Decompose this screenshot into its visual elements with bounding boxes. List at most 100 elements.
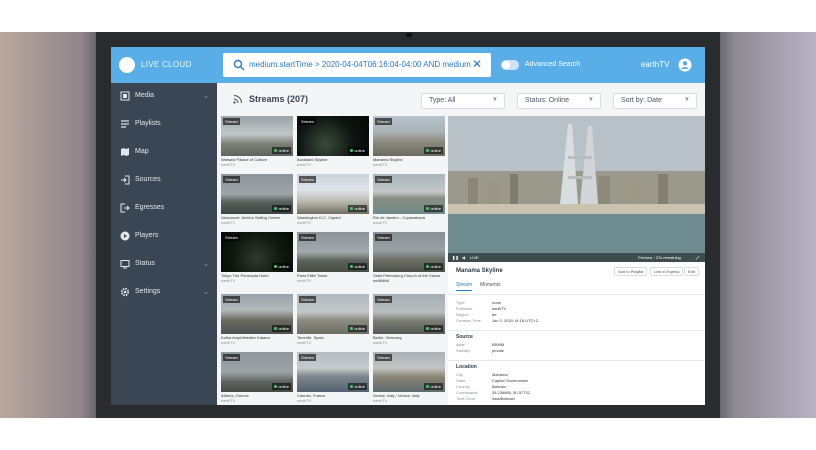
stream-card[interactable]: Stream online Kotka Amphitheater Katana … — [221, 294, 293, 350]
edit-button[interactable]: Edit — [684, 267, 699, 276]
sidebar-item-label: Egresses — [135, 204, 165, 211]
fullscreen-icon[interactable]: ⤢ — [696, 255, 699, 260]
field-label: Country — [456, 384, 471, 389]
sidebar-item-map[interactable]: Map — [111, 144, 217, 162]
stream-thumbnail: Stream online — [297, 352, 369, 392]
add-to-playlist-button[interactable]: Add to Playlist — [614, 267, 648, 276]
stream-publisher: earthTV — [297, 398, 312, 403]
user-avatar-icon[interactable] — [678, 58, 692, 72]
stream-card[interactable]: Stream online Saint Petersburg Church of… — [373, 232, 445, 288]
advanced-search-toggle[interactable] — [501, 60, 519, 70]
chevron-down-icon: ▼ — [492, 97, 498, 103]
sidebar-item-egresses[interactable]: Egresses — [111, 200, 217, 218]
sidebar-item-label: Map — [135, 148, 149, 155]
top-bar: LIVE CLOUD medium.startTime > 2020-04-04… — [111, 47, 705, 83]
field-value: Manama — [492, 372, 508, 377]
playlist-icon — [121, 120, 129, 128]
app-title: LIVE CLOUD — [141, 60, 192, 69]
sort-dropdown[interactable]: Sort by: Date ▼ — [613, 93, 697, 109]
stream-tag: Stream — [299, 118, 316, 125]
stream-card[interactable]: Stream online Athens, Greece earthTV — [221, 352, 293, 405]
settings-icon — [120, 287, 130, 297]
stream-card[interactable]: Stream online Venice, Italy / Venice, It… — [373, 352, 445, 405]
field-label: State — [456, 378, 466, 383]
online-badge: online — [272, 205, 291, 212]
stream-tag: Stream — [299, 176, 316, 183]
stream-thumbnail: Stream online — [373, 116, 445, 156]
stream-tag: Stream — [223, 296, 240, 303]
field-value: BRMM — [492, 342, 505, 347]
stream-card[interactable]: Stream online Vancouver Jericho Sailing … — [221, 174, 293, 230]
stream-thumbnail: Stream online — [373, 174, 445, 214]
online-badge: online — [348, 325, 367, 332]
field-value: none — [492, 300, 501, 305]
online-badge: online — [272, 263, 291, 270]
status-icon — [120, 260, 130, 269]
app-window: LIVE CLOUD medium.startTime > 2020-04-04… — [111, 47, 705, 405]
field-value: 26.236665, 50.57732 — [492, 390, 530, 395]
preview-remaining: Preview · 27s remaining — [638, 255, 681, 260]
clear-search-icon[interactable]: ✕ — [472, 57, 482, 71]
status-filter-dropdown[interactable]: Status: Online ▼ — [517, 93, 601, 109]
stream-tag: Stream — [299, 296, 316, 303]
sidebar-item-sources[interactable]: Sources — [111, 172, 217, 190]
tab-moments[interactable]: Moments — [480, 282, 501, 288]
chevron-down-icon: ⌄ — [203, 93, 209, 100]
stream-tag: Stream — [375, 354, 392, 361]
stream-publisher: earthTV — [297, 220, 312, 225]
online-badge: online — [424, 205, 443, 212]
rss-icon — [233, 94, 243, 104]
stream-publisher: earthTV — [221, 340, 236, 345]
stream-card[interactable]: Stream online Tokyo The Peninsula Hotel … — [221, 232, 293, 288]
sources-icon — [121, 175, 130, 185]
sidebar-item-label: Playlists — [135, 120, 161, 127]
source-heading: Source — [456, 334, 473, 340]
stream-publisher: earthTV — [373, 278, 388, 283]
sidebar-item-status[interactable]: Status ⌄ — [111, 256, 217, 274]
sidebar-item-label: Sources — [135, 176, 161, 183]
stream-thumbnail: Stream online — [297, 294, 369, 334]
stream-thumbnail: Stream online — [221, 174, 293, 214]
pause-icon[interactable]: ❚❚ — [452, 255, 459, 260]
sidebar-item-media[interactable]: Media ⌄ — [111, 88, 217, 106]
stream-thumbnail: Stream online — [297, 174, 369, 214]
stream-thumbnail: Stream online — [221, 294, 293, 334]
advanced-search-label: Advanced Search — [525, 61, 581, 68]
link-to-egress-button[interactable]: Link to Egress — [650, 267, 684, 276]
stream-thumbnail: Stream online — [373, 294, 445, 334]
stream-tag: Stream — [299, 234, 316, 241]
stream-card[interactable]: Stream online Paris Eiffel Tower earthTV — [297, 232, 369, 288]
players-icon — [120, 231, 130, 241]
stream-card[interactable]: Stream online Warsaw Palace of Culture e… — [221, 116, 293, 172]
stream-card[interactable]: Stream online Auckland Skyline earthTV — [297, 116, 369, 172]
sidebar-item-players[interactable]: Players — [111, 228, 217, 246]
stream-publisher: earthTV — [373, 220, 388, 225]
stream-card[interactable]: Stream online Cannes, France earthTV — [297, 352, 369, 405]
video-player[interactable]: ❚❚ ◀ LIVE Preview · 27s remaining ⤢ — [448, 116, 705, 262]
stream-tag: Stream — [375, 118, 392, 125]
video-controls: ❚❚ ◀ LIVE Preview · 27s remaining ⤢ — [448, 253, 705, 262]
online-badge: online — [272, 325, 291, 332]
stream-card[interactable]: Stream online Manama Skyline earthTV — [373, 116, 445, 172]
online-badge: online — [424, 383, 443, 390]
tab-stream[interactable]: Stream — [456, 282, 473, 291]
sidebar-item-settings[interactable]: Settings ⌄ — [111, 284, 217, 302]
sidebar-item-label: Media — [135, 92, 155, 99]
stream-tag: Stream — [223, 118, 240, 125]
type-filter-dropdown[interactable]: Type: All ▼ — [421, 93, 505, 109]
map-icon — [121, 148, 129, 156]
stream-card[interactable]: Stream online Tenerife, Spain earthTV — [297, 294, 369, 350]
field-value: private — [492, 348, 505, 353]
stream-detail-panel: ❚❚ ◀ LIVE Preview · 27s remaining ⤢ Mana… — [448, 116, 705, 405]
field-creation-time: Creation Time Jun 3, 2019 14:18 UTC+2 — [456, 318, 696, 324]
stream-publisher: earthTV — [297, 340, 312, 345]
sidebar-item-playlists[interactable]: Playlists — [111, 116, 217, 134]
volume-icon[interactable]: ◀ — [462, 255, 465, 260]
stream-card[interactable]: Stream online Berlin, Germany earthTV — [373, 294, 445, 350]
stream-card[interactable]: Stream online Washington D.C. Capitol ea… — [297, 174, 369, 230]
search-bar[interactable]: medium.startTime > 2020-04-04T06:16:04-0… — [223, 53, 491, 77]
search-input[interactable]: medium.startTime > 2020-04-04T06:16:04-0… — [249, 60, 473, 69]
user-name[interactable]: earthTV — [641, 60, 669, 69]
stream-card[interactable]: Stream online Rio de Janeiro - Copacaban… — [373, 174, 445, 230]
online-badge: online — [348, 263, 367, 270]
